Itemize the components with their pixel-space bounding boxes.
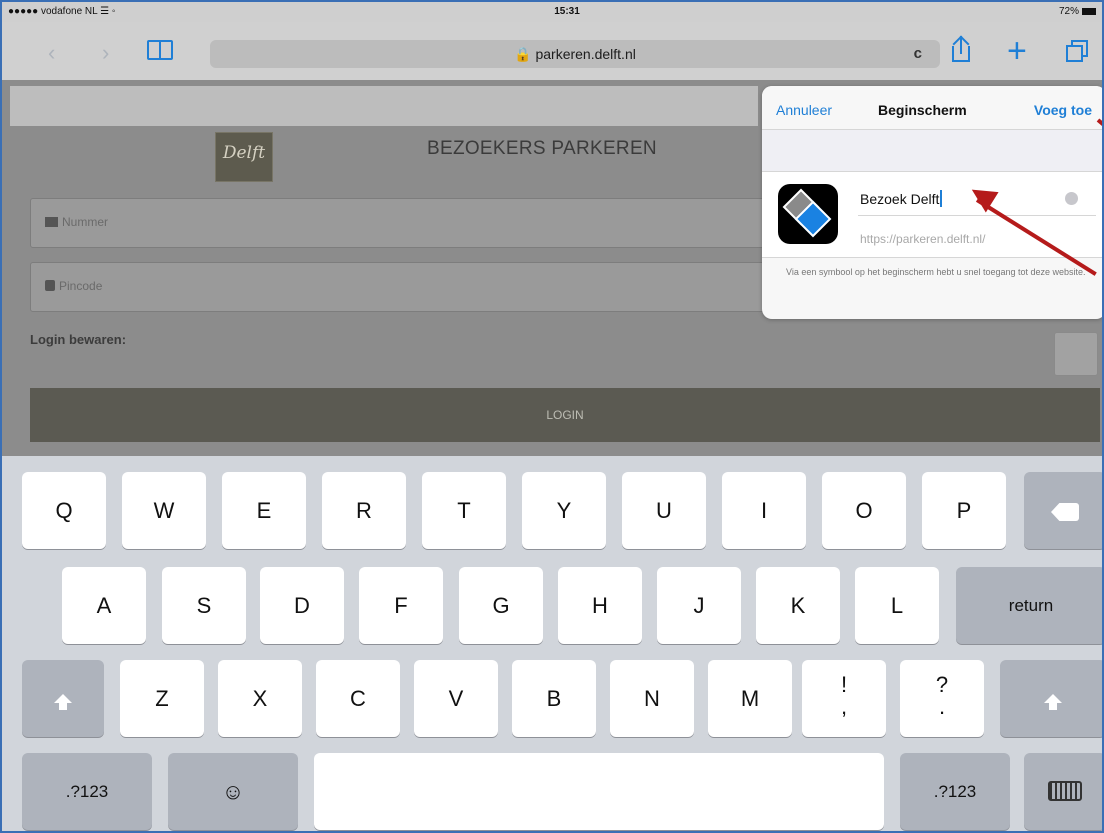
add-to-home-popover: Annuleer Beginscherm Voeg toe Bezoek Del… bbox=[762, 86, 1102, 319]
number-placeholder-text: Nummer bbox=[62, 215, 109, 229]
backspace-key[interactable] bbox=[1024, 472, 1102, 549]
key-p[interactable]: P bbox=[922, 472, 1006, 549]
backspace-icon bbox=[1051, 503, 1079, 521]
lock-icon bbox=[45, 280, 55, 291]
shift-icon bbox=[54, 694, 72, 710]
battery-icon bbox=[1082, 7, 1096, 15]
key-u[interactable]: U bbox=[622, 472, 706, 549]
share-icon[interactable] bbox=[950, 35, 972, 62]
carrier-label: ●●●●● vodafone NL ☰ ◦ bbox=[8, 6, 116, 17]
shift-key-left[interactable] bbox=[22, 660, 104, 737]
numbers-key-left[interactable]: .?123 bbox=[22, 753, 152, 830]
key-exclaim-comma[interactable]: !, bbox=[802, 660, 886, 737]
key-c[interactable]: C bbox=[316, 660, 400, 737]
shift-icon bbox=[1044, 694, 1062, 710]
emoji-icon: ☺ bbox=[221, 779, 245, 804]
card-icon bbox=[45, 217, 58, 227]
pincode-placeholder-text: Pincode bbox=[59, 279, 103, 293]
page-title: BEZOEKERS PARKEREN bbox=[427, 138, 657, 159]
emoji-key[interactable]: ☺ bbox=[168, 753, 298, 830]
key-question-period[interactable]: ?. bbox=[900, 660, 984, 737]
return-key[interactable]: return bbox=[956, 567, 1102, 644]
numbers-key-right[interactable]: .?123 bbox=[900, 753, 1010, 830]
pincode-placeholder: Pincode bbox=[45, 279, 102, 293]
key-x[interactable]: X bbox=[218, 660, 302, 737]
key-v[interactable]: V bbox=[414, 660, 498, 737]
key-q[interactable]: Q bbox=[22, 472, 106, 549]
key-f[interactable]: F bbox=[359, 567, 443, 644]
key-h[interactable]: H bbox=[558, 567, 642, 644]
cancel-button[interactable]: Annuleer bbox=[776, 102, 832, 118]
key-l[interactable]: L bbox=[855, 567, 939, 644]
popover-title: Beginscherm bbox=[878, 102, 967, 118]
key-k[interactable]: K bbox=[756, 567, 840, 644]
popover-header: Annuleer Beginscherm Voeg toe bbox=[762, 86, 1102, 130]
question-symbol: ? bbox=[935, 672, 949, 697]
comma-symbol: , bbox=[840, 694, 848, 719]
key-z[interactable]: Z bbox=[120, 660, 204, 737]
shift-key-right[interactable] bbox=[1000, 660, 1102, 737]
keyboard-icon bbox=[1048, 781, 1082, 801]
add-button[interactable]: Voeg toe bbox=[1034, 102, 1092, 118]
url-text: 🔒 parkeren.delft.nl bbox=[514, 46, 636, 62]
period-symbol: . bbox=[938, 694, 946, 719]
key-o[interactable]: O bbox=[822, 472, 906, 549]
address-bar[interactable]: 🔒 parkeren.delft.nl c bbox=[210, 40, 940, 68]
key-y[interactable]: Y bbox=[522, 472, 606, 549]
key-n[interactable]: N bbox=[610, 660, 694, 737]
exclaim-symbol: ! bbox=[840, 672, 848, 697]
key-t[interactable]: T bbox=[422, 472, 506, 549]
new-tab-icon[interactable]: + bbox=[1007, 32, 1027, 71]
page-banner bbox=[10, 86, 758, 126]
remember-login-checkbox[interactable] bbox=[1054, 332, 1098, 376]
key-s[interactable]: S bbox=[162, 567, 246, 644]
clock: 15:31 bbox=[554, 6, 580, 17]
bookmark-url: https://parkeren.delft.nl/ bbox=[860, 232, 986, 246]
key-w[interactable]: W bbox=[122, 472, 206, 549]
url-value: parkeren.delft.nl bbox=[535, 46, 636, 62]
app-icon bbox=[778, 184, 838, 244]
forward-button[interactable]: › bbox=[102, 40, 109, 66]
delft-logo: Delft bbox=[215, 132, 273, 182]
battery-indicator: 72% bbox=[1059, 6, 1096, 17]
bookmark-name-value: Bezoek Delft bbox=[860, 190, 943, 207]
tabs-icon[interactable] bbox=[1066, 40, 1088, 62]
remember-login-label: Login bewaren: bbox=[30, 332, 127, 347]
popover-spacer bbox=[762, 130, 1102, 172]
back-button[interactable]: ‹ bbox=[48, 40, 55, 66]
bookmarks-icon[interactable] bbox=[147, 40, 173, 60]
key-d[interactable]: D bbox=[260, 567, 344, 644]
key-g[interactable]: G bbox=[459, 567, 543, 644]
clear-icon[interactable] bbox=[1065, 192, 1078, 205]
battery-percent: 72% bbox=[1058, 6, 1079, 17]
key-m[interactable]: M bbox=[708, 660, 792, 737]
browser-toolbar: ‹ › 🔒 parkeren.delft.nl c + bbox=[2, 22, 1102, 80]
space-key[interactable] bbox=[314, 753, 884, 830]
key-j[interactable]: J bbox=[657, 567, 741, 644]
bookmark-name-text: Bezoek Delft bbox=[860, 191, 940, 207]
number-placeholder: Nummer bbox=[45, 215, 108, 229]
text-caret bbox=[940, 190, 943, 207]
key-i[interactable]: I bbox=[722, 472, 806, 549]
key-b[interactable]: B bbox=[512, 660, 596, 737]
login-button[interactable]: LOGIN bbox=[30, 388, 1100, 442]
key-e[interactable]: E bbox=[222, 472, 306, 549]
popover-footer-text: Via een symbool op het beginscherm hebt … bbox=[786, 267, 1086, 277]
status-bar: ●●●●● vodafone NL ☰ ◦ 15:31 72% bbox=[2, 2, 1102, 22]
key-r[interactable]: R bbox=[322, 472, 406, 549]
dismiss-keyboard-key[interactable] bbox=[1024, 753, 1102, 830]
screen: ●●●●● vodafone NL ☰ ◦ 15:31 72% ‹ › 🔒 pa… bbox=[0, 0, 1104, 833]
key-a[interactable]: A bbox=[62, 567, 146, 644]
onscreen-keyboard: Q W E R T Y U I O P A S D F G H J K L re… bbox=[2, 456, 1102, 831]
reload-icon[interactable]: c bbox=[914, 45, 922, 62]
